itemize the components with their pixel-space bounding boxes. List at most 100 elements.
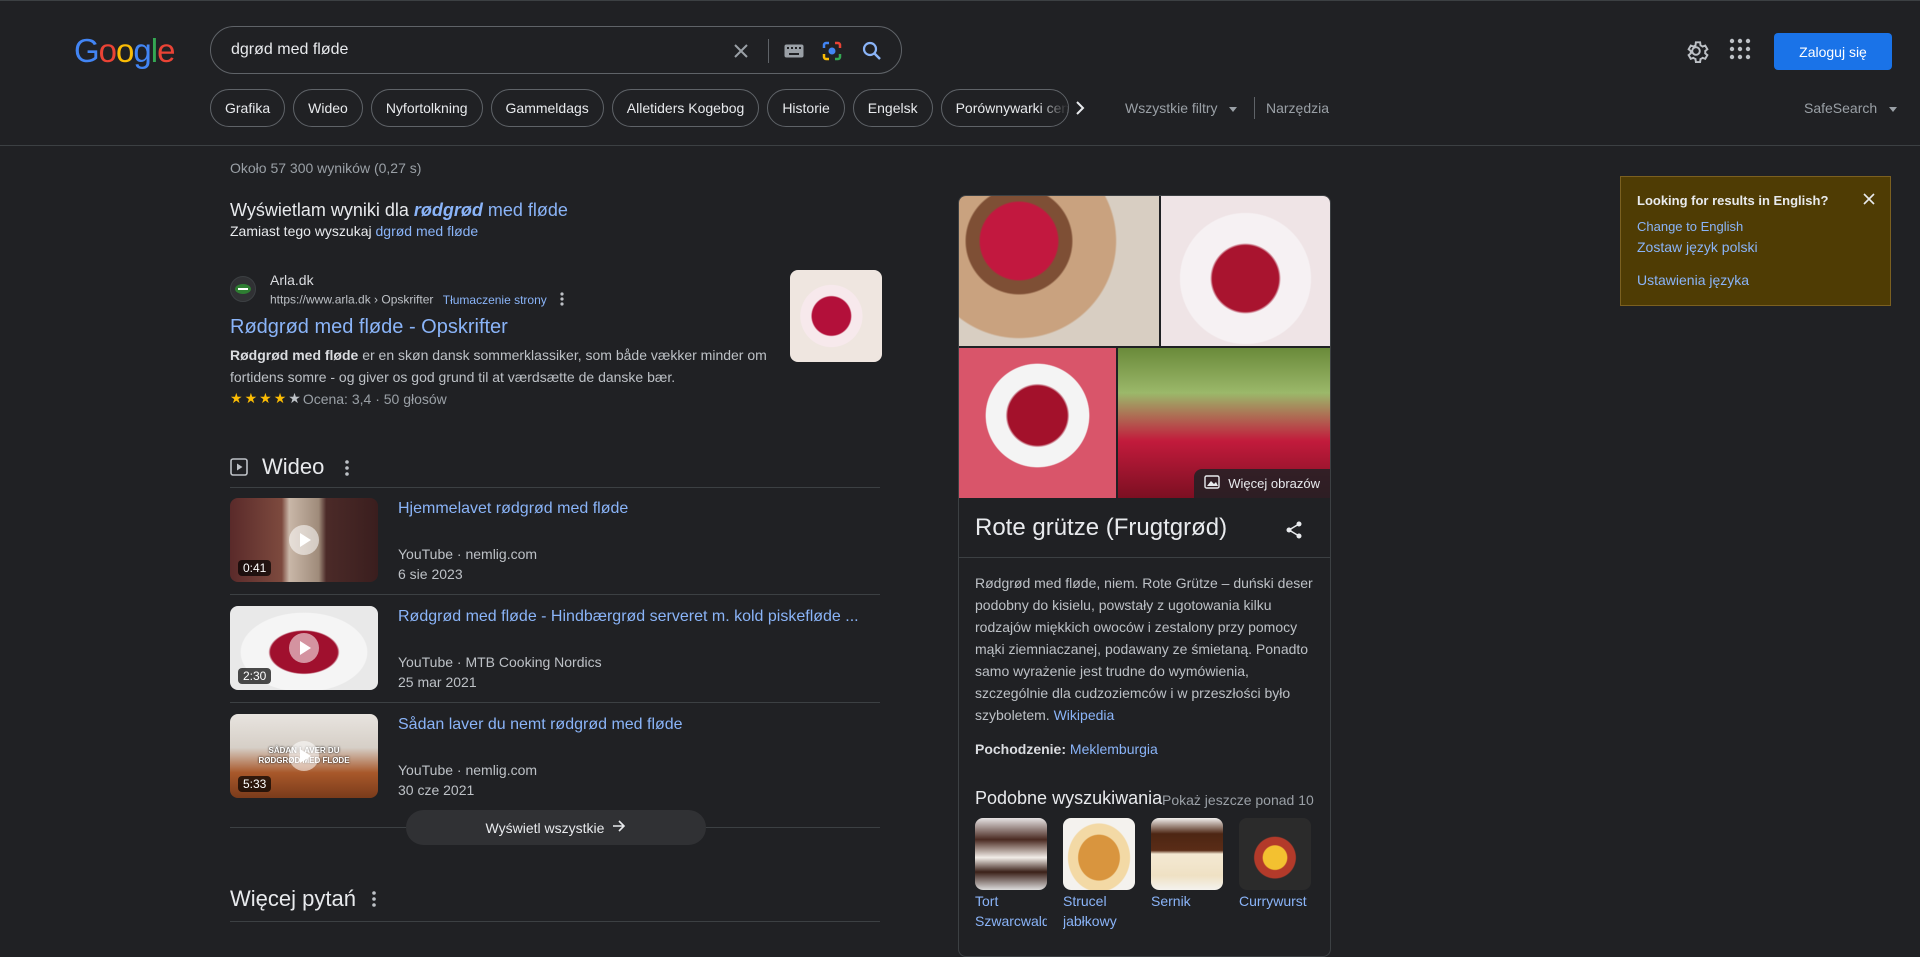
similar-item[interactable]: Sernik xyxy=(1151,818,1223,912)
star-icon: ★ xyxy=(244,390,258,406)
video-title[interactable]: Hjemmelavet rødgrød med fløde xyxy=(398,500,628,518)
search-icon[interactable] xyxy=(860,39,884,63)
similar-item[interactable]: Currywurst xyxy=(1239,818,1311,912)
star-icon: ★ xyxy=(259,390,272,406)
play-icon xyxy=(289,741,319,771)
search-box[interactable]: dgrød med fløde xyxy=(210,26,902,74)
video-source: YouTube · MTB Cooking Nordics xyxy=(398,654,602,670)
settings-gear-icon[interactable] xyxy=(1683,38,1709,64)
video-source: YouTube · nemlig.com xyxy=(398,762,538,778)
video-title[interactable]: Sådan laver du nemt rødgrød med fløde xyxy=(398,716,683,734)
divider xyxy=(230,921,880,922)
divider xyxy=(230,594,880,595)
video-section-title: Wideo xyxy=(262,454,325,479)
similar-thumbnail xyxy=(975,818,1047,890)
share-icon[interactable] xyxy=(1284,520,1304,540)
chip-price-comparison[interactable]: Porównywarki cen xyxy=(940,89,1069,127)
arla-favicon[interactable] xyxy=(230,276,256,302)
play-icon xyxy=(289,633,319,663)
corrected-query-link[interactable]: rødgrød med fløde xyxy=(414,200,568,220)
kp-image-1[interactable] xyxy=(959,196,1159,346)
video-duration: 0:41 xyxy=(238,560,272,576)
keep-polish-link[interactable]: Zostaw język polski xyxy=(1637,239,1758,255)
chip-gammeldags[interactable]: Gammeldags xyxy=(490,89,604,127)
divider xyxy=(230,487,880,488)
safesearch-dropdown[interactable]: SafeSearch xyxy=(1804,100,1898,116)
result-site-name[interactable]: Arla.dk xyxy=(270,272,314,288)
clear-icon[interactable] xyxy=(729,39,753,63)
chip-video[interactable]: Wideo xyxy=(293,89,363,127)
play-icon xyxy=(289,525,319,555)
tools-button[interactable]: Narzędzia xyxy=(1266,100,1329,116)
kp-image-3[interactable] xyxy=(959,348,1116,498)
language-suggestion-box: Looking for results in English? Change t… xyxy=(1620,176,1891,306)
spelling-correction: Wyświetlam wyniki dla rødgrød med fløde xyxy=(230,200,568,220)
star-empty-icon: ★ xyxy=(288,390,301,406)
knowledge-panel: Więcej obrazów Rote grütze (Frugtgrød) R… xyxy=(958,195,1331,957)
arrow-right-icon xyxy=(612,819,626,836)
video-item[interactable]: SÅDAN LAVER DU RØDGRØD MED FLØDE 5:33 Så… xyxy=(230,714,880,798)
video-item[interactable]: 0:41 Hjemmelavet rødgrød med fløde YouTu… xyxy=(230,498,880,582)
search-instead: Zamiast tego wyszukaj dgrød med fløde xyxy=(230,223,479,239)
divider xyxy=(959,557,1330,558)
search-input[interactable]: dgrød med fløde xyxy=(231,41,348,59)
video-thumbnail[interactable]: 2:30 xyxy=(230,606,378,690)
result-thumbnail[interactable] xyxy=(790,270,882,362)
chip-images[interactable]: Grafika xyxy=(210,89,286,127)
original-query-link[interactable]: dgrød med fløde xyxy=(376,223,479,239)
wikipedia-link[interactable]: Wikipedia xyxy=(1054,707,1115,723)
close-icon[interactable] xyxy=(1861,191,1877,207)
video-date: 6 sie 2023 xyxy=(398,566,463,582)
lens-icon[interactable] xyxy=(820,39,844,63)
filter-separator xyxy=(1254,97,1255,119)
result-title-link[interactable]: Rødgrød med fløde - Opskrifter xyxy=(230,316,508,339)
login-button[interactable]: Zaloguj się xyxy=(1774,33,1892,70)
language-box-title: Looking for results in English? xyxy=(1637,193,1829,208)
video-duration: 2:30 xyxy=(238,668,272,684)
image-icon xyxy=(1204,475,1220,492)
video-title[interactable]: Rødgrød med fløde - Hindbærgrød serveret… xyxy=(398,608,859,626)
kp-image-2[interactable] xyxy=(1161,196,1330,346)
all-filters-dropdown[interactable]: Wszystkie filtry xyxy=(1125,100,1238,116)
translate-link[interactable]: Tłumaczenie strony xyxy=(443,293,547,307)
video-section-icon xyxy=(230,458,248,481)
result-rating: ★ ★ ★ ★ ★ Ocena: 3,4 · 50 głosów xyxy=(230,390,447,407)
kp-description: Rødgrød med fløde, niem. Rote Grütze – d… xyxy=(975,575,1313,723)
origin-link[interactable]: Meklemburgia xyxy=(1070,741,1158,757)
similar-searches-heading: Podobne wyszukiwania xyxy=(975,788,1163,808)
similar-item[interactable]: Tort Szwarcwaldzki xyxy=(975,818,1047,930)
change-to-english-link[interactable]: Change to English xyxy=(1637,219,1743,234)
show-all-videos-button[interactable]: Wyświetl wszystkie xyxy=(406,810,706,845)
result-stats: Około 57 300 wyników (0,27 s) xyxy=(230,160,422,176)
filter-chips: Grafika Wideo Nyfortolkning Gammeldags A… xyxy=(210,89,1069,129)
people-also-ask-heading: Więcej pytań xyxy=(230,886,356,911)
language-settings-link[interactable]: Ustawienia języka xyxy=(1637,272,1749,288)
similar-thumbnail xyxy=(1063,818,1135,890)
video-thumbnail[interactable]: SÅDAN LAVER DU RØDGRØD MED FLØDE 5:33 xyxy=(230,714,378,798)
more-vert-icon[interactable] xyxy=(560,292,564,309)
chevron-right-icon[interactable] xyxy=(1070,98,1090,118)
more-vert-icon[interactable] xyxy=(345,460,349,481)
result-url: https://www.arla.dk › Opskrifter Tłumacz… xyxy=(270,292,564,309)
keyboard-icon[interactable] xyxy=(782,39,806,63)
more-images-button[interactable]: Więcej obrazów xyxy=(1194,469,1330,498)
video-date: 30 cze 2021 xyxy=(398,782,475,798)
show-more-similar-link[interactable]: Pokaż jeszcze ponad 10 xyxy=(1162,792,1314,808)
kp-origin: Pochodzenie: Meklemburgia xyxy=(975,741,1158,757)
video-thumbnail[interactable]: 0:41 xyxy=(230,498,378,582)
result-snippet: Rødgrød med fløde er en skøn dansk somme… xyxy=(230,347,767,385)
chip-nyfortolkning[interactable]: Nyfortolkning xyxy=(370,89,483,127)
kp-image-4[interactable]: Więcej obrazów xyxy=(1118,348,1330,498)
google-logo[interactable]: Google xyxy=(74,32,175,70)
apps-grid-icon[interactable] xyxy=(1729,38,1753,62)
video-item[interactable]: 2:30 Rødgrød med fløde - Hindbærgrød ser… xyxy=(230,606,880,690)
caret-down-icon xyxy=(1229,106,1238,112)
more-vert-icon[interactable] xyxy=(372,891,388,909)
search-separator xyxy=(768,39,769,63)
similar-item[interactable]: Strucel jabłkowy xyxy=(1063,818,1135,930)
kp-title: Rote grütze (Frugtgrød) xyxy=(975,514,1228,541)
video-source: YouTube · nemlig.com xyxy=(398,546,538,562)
chip-alletiders-kogebog[interactable]: Alletiders Kogebog xyxy=(611,89,760,127)
chip-engelsk[interactable]: Engelsk xyxy=(852,89,933,127)
chip-historie[interactable]: Historie xyxy=(767,89,845,127)
